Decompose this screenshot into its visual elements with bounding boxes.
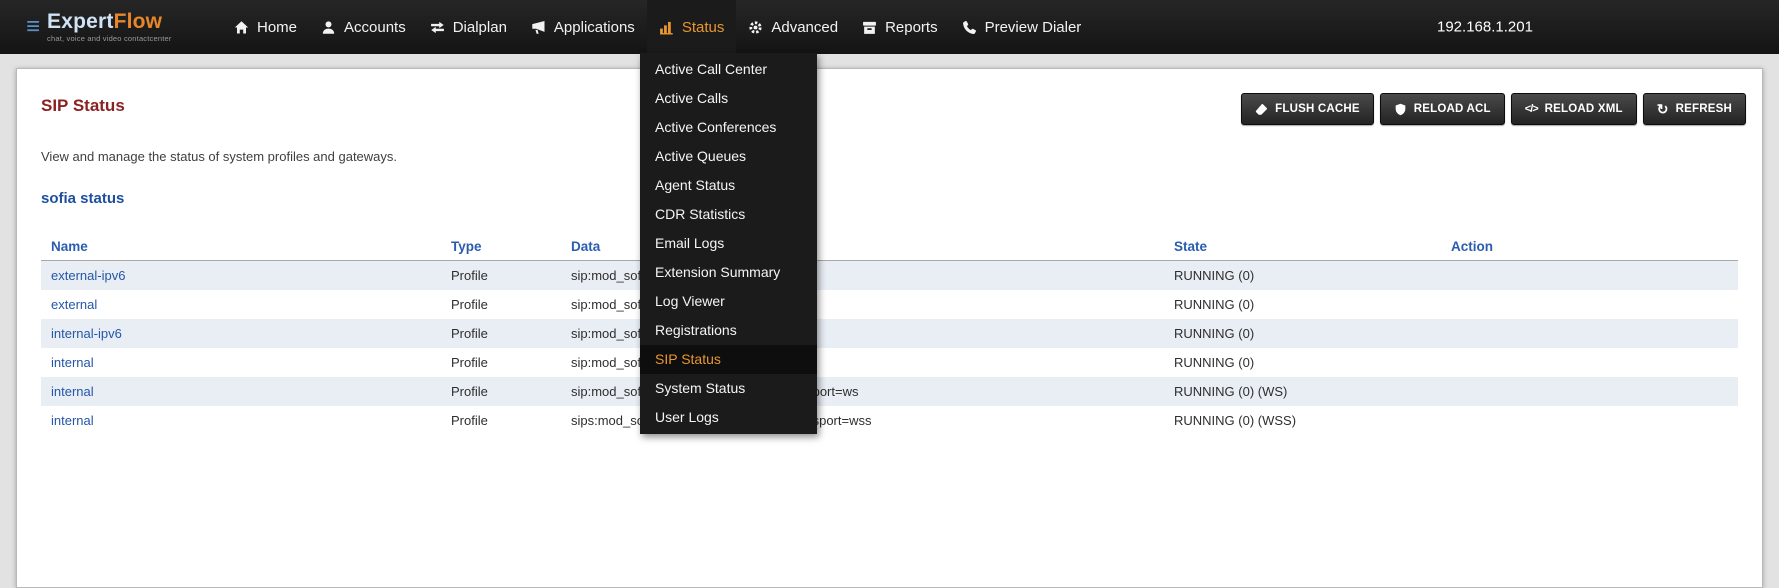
table-row: external Profile sip:mod_sofia@192.168.1…: [41, 290, 1738, 319]
cell-type: Profile: [451, 268, 571, 283]
nav-item-status[interactable]: Status: [647, 0, 737, 54]
table-row: internal-ipv6 Profile sip:mod_sofia@192.…: [41, 319, 1738, 348]
menu-item-cdr-statistics[interactable]: CDR Statistics: [640, 200, 817, 229]
button-label: REFRESH: [1676, 103, 1732, 115]
cell-type: Profile: [451, 413, 571, 428]
table-row: external-ipv6 Profile sip:mod_sofia@192.…: [41, 261, 1738, 290]
nav-item-reports[interactable]: Reports: [850, 0, 950, 54]
menu-item-sip-status[interactable]: SIP Status: [640, 345, 817, 374]
nav-item-home[interactable]: Home: [222, 0, 309, 54]
table-row: internal Profile sips:mod_sofia@192.168.…: [41, 406, 1738, 435]
nav-item-label: Advanced: [771, 19, 838, 36]
refresh-button[interactable]: ↻ REFRESH: [1643, 93, 1746, 125]
nav-items: Home Accounts Dialplan Applications Stat…: [222, 0, 1093, 54]
table-row: internal Profile sip:mod_sofia@192.168.1…: [41, 348, 1738, 377]
bar-chart-icon: [659, 20, 674, 35]
cell-type: Profile: [451, 355, 571, 370]
cell-state: RUNNING (0) (WS): [1174, 384, 1451, 399]
nav-item-label: Home: [257, 19, 297, 36]
menu-item-extension-summary[interactable]: Extension Summary: [640, 258, 817, 287]
menu-item-agent-status[interactable]: Agent Status: [640, 171, 817, 200]
menu-item-registrations[interactable]: Registrations: [640, 316, 817, 345]
menu-item-system-status[interactable]: System Status: [640, 374, 817, 403]
column-header-action: Action: [1451, 239, 1738, 254]
content-card: SIP Status FLUSH CACHE RELOAD ACL </> RE…: [16, 68, 1763, 588]
user-icon: [321, 20, 336, 35]
reload-xml-button[interactable]: </> RELOAD XML: [1511, 93, 1637, 125]
server-ip: 192.168.1.201: [1437, 19, 1533, 36]
cell-state: RUNNING (0): [1174, 326, 1451, 341]
nav-item-label: Status: [682, 19, 725, 36]
button-label: RELOAD ACL: [1414, 103, 1491, 115]
nav-item-label: Dialplan: [453, 19, 507, 36]
nav-item-dialplan[interactable]: Dialplan: [418, 0, 519, 54]
cell-type: Profile: [451, 326, 571, 341]
section-title: sofia status: [41, 190, 1738, 207]
brand-expert: Expert: [47, 10, 114, 33]
table-header-row: Name Type Data State Action: [41, 233, 1738, 261]
button-label: RELOAD XML: [1545, 103, 1623, 115]
archive-icon: [862, 20, 877, 35]
cell-state: RUNNING (0): [1174, 268, 1451, 283]
top-navbar: ≡ ExpertFlow chat, voice and video conta…: [0, 0, 1779, 54]
cell-type: Profile: [451, 297, 571, 312]
logo[interactable]: ≡ ExpertFlow chat, voice and video conta…: [26, 0, 194, 54]
nav-item-applications[interactable]: Applications: [519, 0, 647, 54]
eraser-icon: [1255, 103, 1268, 116]
profile-link[interactable]: internal: [51, 384, 94, 399]
menu-item-email-logs[interactable]: Email Logs: [640, 229, 817, 258]
reload-acl-button[interactable]: RELOAD ACL: [1380, 93, 1505, 125]
logo-text: ExpertFlow chat, voice and video contact…: [47, 11, 172, 42]
nav-item-label: Applications: [554, 19, 635, 36]
table-row: internal Profile sip:mod_sofia@192.168.1…: [41, 377, 1738, 406]
nav-item-preview-dialer[interactable]: Preview Dialer: [950, 0, 1094, 54]
shield-icon: [1394, 103, 1407, 116]
code-icon: </>: [1525, 103, 1538, 115]
button-label: FLUSH CACHE: [1275, 103, 1360, 115]
nav-item-label: Accounts: [344, 19, 406, 36]
refresh-icon: ↻: [1657, 102, 1669, 116]
cell-state: RUNNING (0) (WSS): [1174, 413, 1451, 428]
logo-menu-icon: ≡: [26, 15, 40, 39]
column-header-name: Name: [41, 239, 451, 254]
brand-tagline: chat, voice and video contactcenter: [47, 34, 172, 43]
phone-icon: [962, 20, 977, 35]
brand-flow: Flow: [114, 10, 163, 33]
menu-item-user-logs[interactable]: User Logs: [640, 403, 817, 432]
nav-item-label: Preview Dialer: [985, 19, 1082, 36]
nav-item-accounts[interactable]: Accounts: [309, 0, 418, 54]
home-icon: [234, 20, 249, 35]
profile-link[interactable]: external-ipv6: [51, 268, 125, 283]
nav-item-label: Reports: [885, 19, 938, 36]
profile-link[interactable]: internal-ipv6: [51, 326, 122, 341]
status-dropdown-menu: Active Call Center Active Calls Active C…: [640, 53, 817, 434]
nav-item-advanced[interactable]: Advanced: [736, 0, 850, 54]
menu-item-log-viewer[interactable]: Log Viewer: [640, 287, 817, 316]
column-header-state: State: [1174, 239, 1451, 254]
menu-item-active-queues[interactable]: Active Queues: [640, 142, 817, 171]
megaphone-icon: [531, 20, 546, 35]
profile-link[interactable]: internal: [51, 413, 94, 428]
cell-state: RUNNING (0): [1174, 355, 1451, 370]
cell-state: RUNNING (0): [1174, 297, 1451, 312]
profile-link[interactable]: external: [51, 297, 97, 312]
toolbar: FLUSH CACHE RELOAD ACL </> RELOAD XML ↻ …: [1241, 93, 1746, 125]
cell-type: Profile: [451, 384, 571, 399]
page-description: View and manage the status of system pro…: [41, 149, 1738, 164]
sofia-status-table: Name Type Data State Action external-ipv…: [41, 233, 1738, 435]
menu-item-active-conferences[interactable]: Active Conferences: [640, 113, 817, 142]
menu-item-active-call-center[interactable]: Active Call Center: [640, 55, 817, 84]
gear-icon: [748, 20, 763, 35]
profile-link[interactable]: internal: [51, 355, 94, 370]
column-header-type: Type: [451, 239, 571, 254]
flush-cache-button[interactable]: FLUSH CACHE: [1241, 93, 1374, 125]
brand-name: ExpertFlow: [47, 11, 172, 33]
arrows-icon: [430, 20, 445, 35]
menu-item-active-calls[interactable]: Active Calls: [640, 84, 817, 113]
